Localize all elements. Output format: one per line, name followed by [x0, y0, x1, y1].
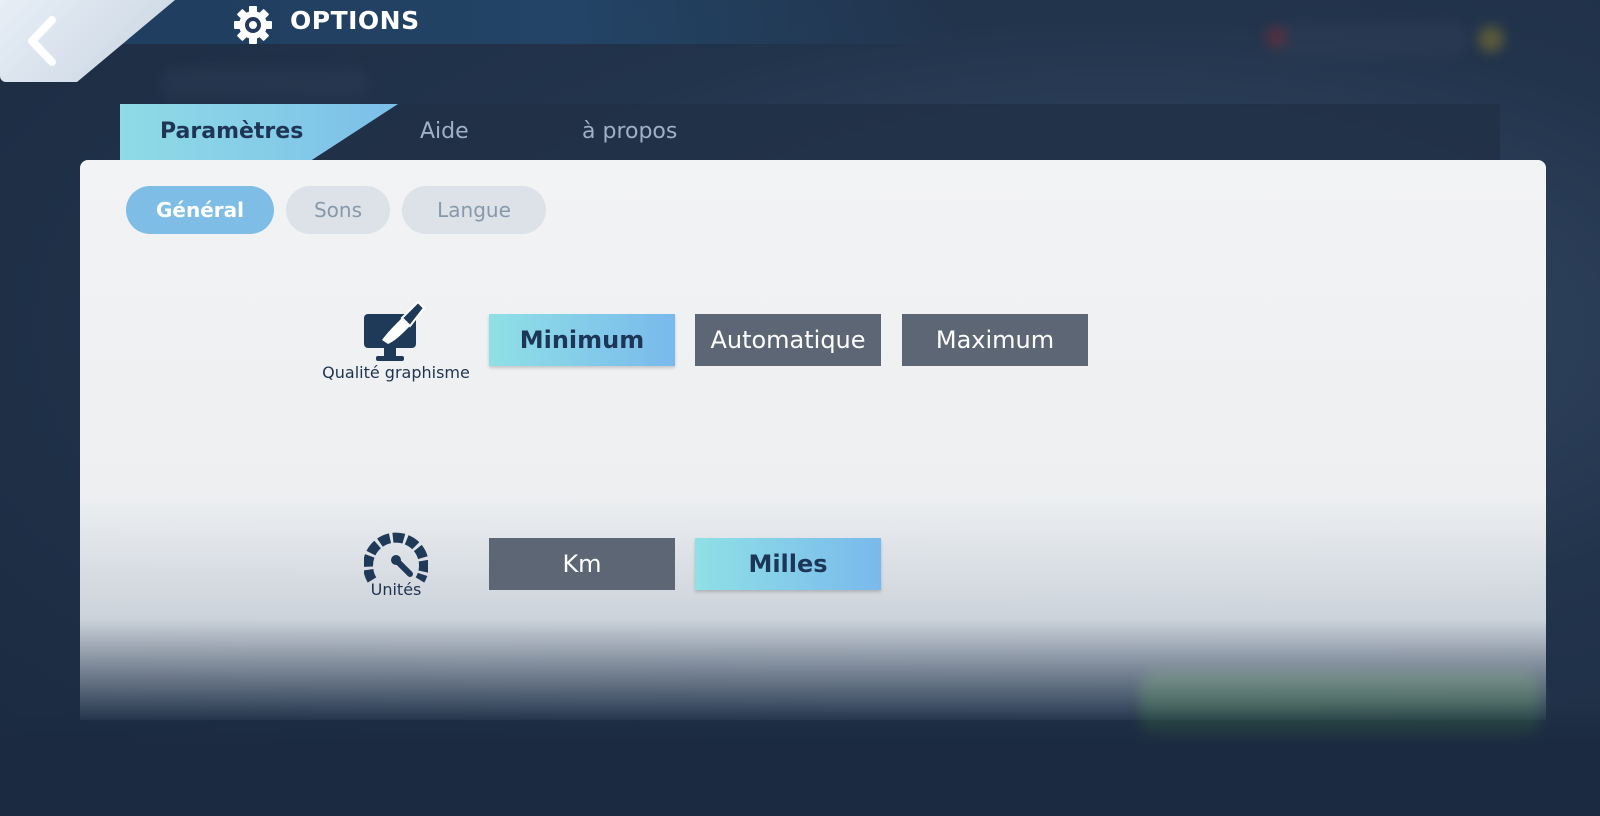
units-km-button[interactable]: Km — [489, 538, 675, 590]
settings-panel: Général Sons Langue Qualité graphisme Mi… — [80, 160, 1546, 720]
tab-aide[interactable]: Aide — [420, 104, 469, 160]
units-label: Unités — [370, 580, 422, 599]
tab-bar: Paramètres Aide à propos — [120, 104, 1500, 160]
tab-a-propos[interactable]: à propos — [582, 104, 677, 160]
subtab-sons[interactable]: Sons — [286, 186, 390, 234]
chevron-left-icon — [28, 16, 56, 66]
subtab-langue[interactable]: Langue — [402, 186, 546, 234]
page-title: OPTIONS — [290, 6, 420, 35]
graphics-minimum-button[interactable]: Minimum — [489, 314, 675, 366]
graphics-quality-label: Qualité graphisme — [322, 363, 470, 382]
monitor-brush-icon — [364, 300, 426, 361]
tab-parametres[interactable]: Paramètres — [120, 104, 398, 160]
graphics-automatique-button[interactable]: Automatique — [695, 314, 881, 366]
units-milles-button[interactable]: Milles — [695, 538, 881, 590]
graphics-maximum-button[interactable]: Maximum — [902, 314, 1088, 366]
speedometer-icon — [364, 532, 428, 583]
gear-icon — [234, 6, 272, 44]
subtab-general[interactable]: Général — [126, 186, 274, 234]
